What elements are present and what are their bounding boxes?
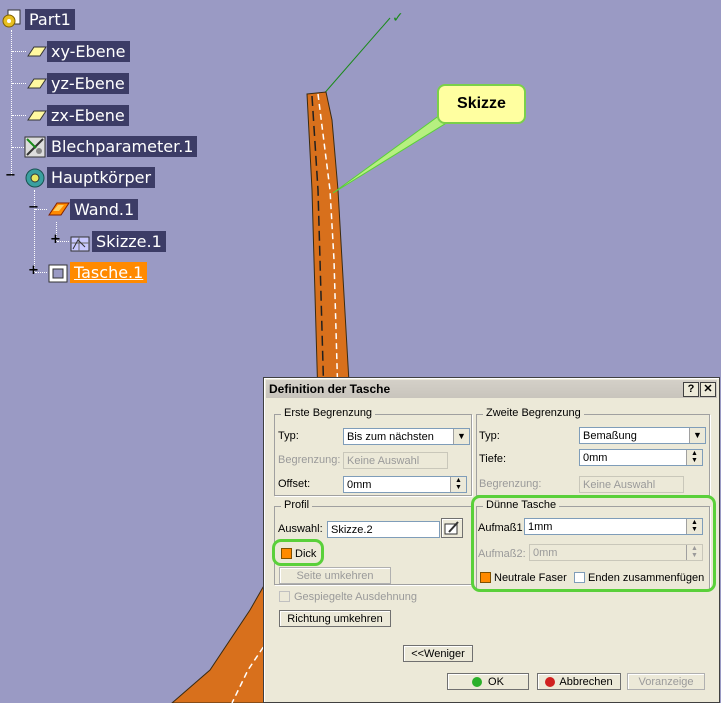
tree-label-sheet-metal-parameters: Blechparameter.1 [47,135,198,157]
offset-spinner[interactable]: ▲ ▼ [450,477,466,492]
sketch-callout: Skizze [437,84,526,124]
collapse-toggle-body[interactable]: − [5,169,16,182]
profile-legend: Profil [281,499,313,511]
tree-label-part: Part1 [25,8,75,30]
part-icon [2,9,22,29]
3d-viewport[interactable]: ✓ Skizze Part1 xy-Ebene yz-Ebene zx-Eben… [0,0,721,703]
offset-input[interactable]: 0mm ▲ ▼ [343,476,467,493]
tree-label-pocket: Tasche.1 [70,261,148,283]
dialog-title-bar[interactable]: Definition der Tasche ? ✕ [266,380,717,398]
tree-label-sketch: Skizze.1 [92,230,166,252]
depth-input[interactable]: 0mm ▲ ▼ [579,449,703,466]
second-limit-value: Keine Auswahl [583,479,656,491]
plane-icon [24,73,47,93]
callout-text: Skizze [457,95,506,112]
offset-label: Offset: [278,478,311,490]
pocket-definition-dialog: Definition der Tasche ? ✕ Erste Begrenzu… [263,377,720,703]
reverse-side-button: Seite umkehren [279,567,391,584]
second-type-label: Typ: [479,430,500,442]
tree-node-part[interactable]: Part1 [2,8,75,30]
first-type-label: Typ: [278,430,299,442]
tree-label-yz-plane: yz-Ebene [47,72,129,94]
mirrored-extent-checkbox [279,591,290,602]
body-gear-icon [24,167,45,188]
cancel-icon [545,677,556,688]
tree-label-main-body: Hauptkörper [47,166,156,188]
profile-selection-field[interactable]: Skizze.2 [327,521,440,538]
collapse-toggle-wall[interactable]: − [28,201,39,214]
sketch-icon [69,231,90,252]
spin-up-icon[interactable]: ▲ [451,477,466,484]
tree-node-wall[interactable]: Wand.1 [47,198,139,220]
spin-down-icon[interactable]: ▼ [451,484,466,491]
first-limit-field: Keine Auswahl [343,452,448,469]
tree-node-yz-plane[interactable]: yz-Ebene [24,72,129,94]
cancel-label: Abbrechen [559,676,613,688]
profile-selection-value: Skizze.2 [331,524,373,536]
tree-label-xy-plane: xy-Ebene [47,40,130,62]
second-limit-field: Keine Auswahl [579,476,684,493]
first-limit-value: Keine Auswahl [347,455,420,467]
dropdown-arrow-icon[interactable]: ▼ [689,428,705,443]
expand-toggle-sketch[interactable]: + [50,233,61,246]
tree-node-main-body[interactable]: Hauptkörper [24,166,156,188]
preview-button: Voranzeige [627,673,705,690]
dropdown-arrow-icon[interactable]: ▼ [453,429,469,444]
reverse-direction-button[interactable]: Richtung umkehren [279,610,391,627]
selection-label: Auswahl: [278,523,323,535]
first-limit-legend: Erste Begrenzung [281,407,376,419]
close-button[interactable]: ✕ [700,382,716,397]
sketcher-button[interactable] [441,518,463,538]
pocket-icon [47,262,68,283]
depth-value: 0mm [583,452,608,464]
svg-text:✓: ✓ [392,10,404,26]
spin-up-icon[interactable]: ▲ [687,450,702,457]
first-type-value: Bis zum nächsten [347,431,434,443]
highlight-thick-option [272,539,324,566]
help-button[interactable]: ? [683,382,699,397]
cancel-button[interactable]: Abbrechen [537,673,621,690]
offset-value: 0mm [347,479,372,491]
sketch-edit-icon [444,521,459,535]
plane-icon [24,41,47,61]
wall-icon [47,199,70,219]
highlight-thin-pocket-group [471,495,716,592]
ok-label: OK [488,676,504,688]
tree-label-wall: Wand.1 [70,198,139,220]
ok-button[interactable]: OK [447,673,529,690]
depth-label: Tiefe: [479,453,507,465]
mirrored-extent-label: Gespiegelte Ausdehnung [294,591,417,603]
expand-toggle-pocket[interactable]: + [28,264,39,277]
tree-node-xy-plane[interactable]: xy-Ebene [24,40,130,62]
first-type-dropdown[interactable]: Bis zum nächsten ▼ [343,428,470,445]
plane-icon [24,105,47,125]
second-limit-label: Begrenzung: [479,478,542,490]
tree-node-zx-plane[interactable]: zx-Ebene [24,104,129,126]
tree-node-pocket[interactable]: Tasche.1 [47,261,148,283]
second-limit-legend: Zweite Begrenzung [483,407,584,419]
dialog-title: Definition der Tasche [269,382,391,396]
sheet-metal-parameters-icon [24,136,46,158]
tree-node-sheet-metal-parameters[interactable]: Blechparameter.1 [24,135,198,158]
depth-spinner[interactable]: ▲ ▼ [686,450,702,465]
first-limit-label: Begrenzung: [278,454,341,466]
spin-down-icon[interactable]: ▼ [687,457,702,464]
second-type-value: Bemaßung [583,430,637,442]
less-button[interactable]: <<Weniger [403,645,473,662]
tree-label-zx-plane: zx-Ebene [47,104,129,126]
ok-icon [472,677,483,688]
second-type-dropdown[interactable]: Bemaßung ▼ [579,427,706,444]
tree-node-sketch[interactable]: Skizze.1 [69,230,166,252]
